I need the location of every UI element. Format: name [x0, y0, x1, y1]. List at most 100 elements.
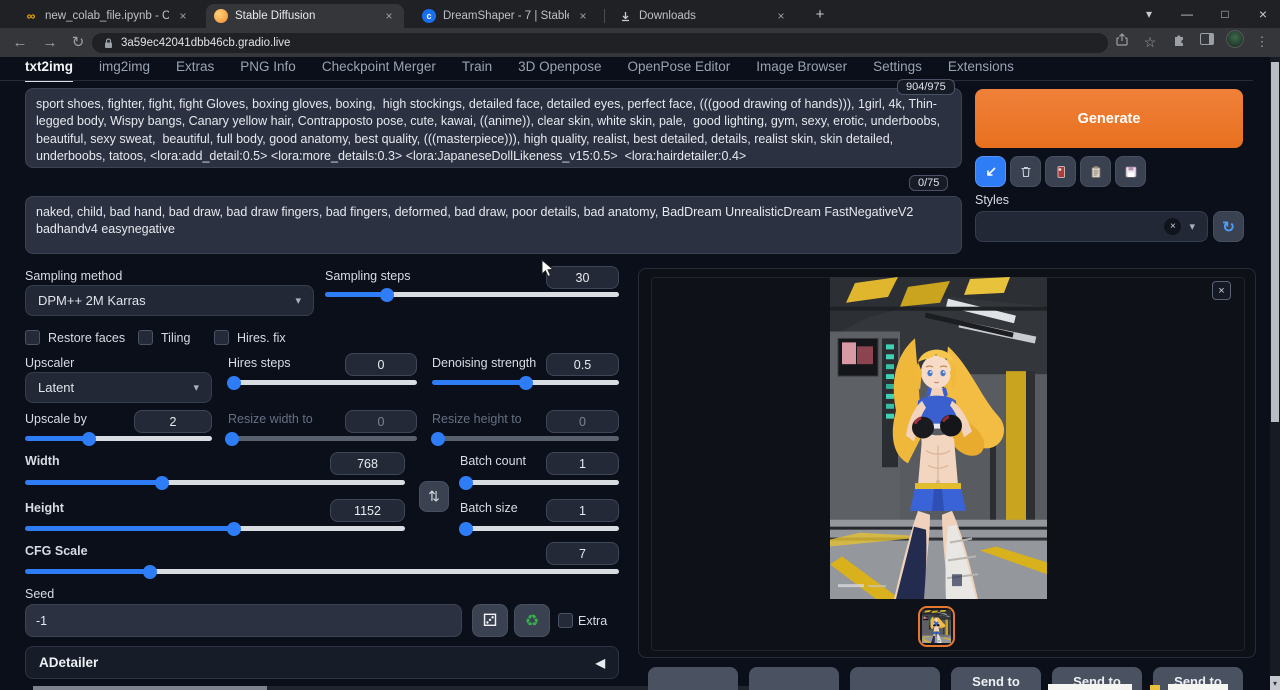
tab-close-icon[interactable]: ×: [176, 9, 190, 23]
back-icon[interactable]: ←: [8, 30, 32, 54]
hires-steps-slider[interactable]: [228, 380, 417, 385]
browser-tab-stable-diffusion[interactable]: Stable Diffusion ×: [206, 4, 404, 28]
styles-dropdown[interactable]: × ▾: [975, 211, 1208, 242]
restore-faces-checkbox[interactable]: [25, 330, 40, 345]
side-panel-icon[interactable]: [1200, 33, 1214, 45]
window-minimize-button[interactable]: —: [1172, 0, 1202, 28]
batch-count-slider[interactable]: [460, 480, 619, 485]
sampling-steps-value[interactable]: [546, 266, 619, 289]
width-value[interactable]: [330, 452, 405, 475]
tab-close-icon[interactable]: ×: [382, 9, 396, 23]
negative-prompt-input[interactable]: naked, child, bad hand, bad draw, bad dr…: [25, 196, 962, 254]
reload-icon[interactable]: ↻: [66, 30, 90, 54]
tiling-checkbox[interactable]: [138, 330, 153, 345]
resize-height-label: Resize height to: [432, 412, 522, 426]
tab-extensions[interactable]: Extensions: [948, 59, 1014, 82]
tab-3d-openpose[interactable]: 3D Openpose: [518, 59, 601, 82]
sampling-steps-slider[interactable]: [325, 292, 619, 297]
resize-height-slider[interactable]: [432, 436, 619, 441]
denoising-strength-label: Denoising strength: [432, 356, 536, 370]
tab-png-info[interactable]: PNG Info: [240, 59, 296, 82]
share-icon[interactable]: [1114, 32, 1130, 48]
cfg-scale-value[interactable]: [546, 542, 619, 565]
height-slider[interactable]: [25, 526, 405, 531]
seed-input[interactable]: [25, 604, 462, 637]
adetailer-accordion[interactable]: ADetailer ◀: [25, 646, 619, 679]
clipboard-icon: [1089, 165, 1103, 179]
batch-count-value[interactable]: [546, 452, 619, 475]
refresh-icon: ↻: [1222, 218, 1235, 236]
gallery-thumbnail[interactable]: [918, 606, 955, 647]
upscale-by-slider[interactable]: [25, 436, 212, 441]
tab-openpose-editor[interactable]: OpenPose Editor: [627, 59, 730, 82]
generated-image[interactable]: [830, 277, 1047, 599]
tab-image-browser[interactable]: Image Browser: [756, 59, 847, 82]
random-seed-button[interactable]: ⚂: [472, 604, 508, 637]
save-style-button[interactable]: [1115, 156, 1146, 187]
clipped-text-fragment: [1150, 685, 1160, 690]
save-button[interactable]: [749, 667, 839, 690]
styles-clear-icon[interactable]: ×: [1164, 218, 1181, 235]
new-tab-button[interactable]: +: [806, 0, 834, 28]
prompt-input[interactable]: sport shoes, fighter, fight, fight Glove…: [25, 88, 962, 168]
resize-width-slider[interactable]: [228, 436, 417, 441]
kebab-menu-icon[interactable]: ⋮: [1250, 30, 1274, 54]
tab-search-chevron-icon[interactable]: ▾: [1134, 0, 1164, 28]
reuse-seed-button[interactable]: ♻: [514, 604, 550, 637]
tab-checkpoint-merger[interactable]: Checkpoint Merger: [322, 59, 436, 82]
browser-tab-colab[interactable]: ∞ new_colab_file.ipynb - Colaborati ×: [16, 4, 198, 28]
tab-img2img[interactable]: img2img: [99, 59, 150, 82]
scrollbar-thumb[interactable]: [1271, 62, 1279, 422]
upscale-by-value[interactable]: [134, 410, 212, 433]
tab-close-icon[interactable]: ×: [774, 9, 788, 23]
close-image-button[interactable]: ×: [1212, 281, 1231, 300]
upscaler-label: Upscaler: [25, 356, 74, 370]
batch-size-slider[interactable]: [460, 526, 619, 531]
extra-networks-button[interactable]: [1045, 156, 1076, 187]
hires-steps-value[interactable]: [345, 353, 417, 376]
app-tab-bar: txt2img img2img Extras PNG Info Checkpoi…: [25, 59, 1014, 82]
cfg-scale-slider[interactable]: [25, 569, 619, 574]
generate-button[interactable]: Generate: [975, 89, 1243, 148]
address-bar[interactable]: 3a59ec42041dbb46cb.gradio.live: [92, 33, 1108, 53]
sampling-method-dropdown[interactable]: DPM++ 2M Karras ▾: [25, 285, 314, 316]
tab-close-icon[interactable]: ×: [576, 9, 590, 23]
sampling-method-label: Sampling method: [25, 269, 122, 283]
clipped-text-fragment: [1168, 684, 1228, 690]
tab-txt2img[interactable]: txt2img: [25, 59, 73, 82]
window-close-button[interactable]: ×: [1248, 0, 1278, 28]
apply-style-button[interactable]: [1080, 156, 1111, 187]
hires-fix-checkbox[interactable]: [214, 330, 229, 345]
open-folder-button[interactable]: [648, 667, 738, 690]
browser-tab-downloads[interactable]: Downloads ×: [610, 4, 796, 28]
denoising-strength-slider[interactable]: [432, 380, 619, 385]
batch-size-value[interactable]: [546, 499, 619, 522]
paste-params-button[interactable]: [975, 156, 1006, 187]
height-value[interactable]: [330, 499, 405, 522]
clear-prompt-button[interactable]: [1010, 156, 1041, 187]
civitai-icon: c: [422, 9, 436, 23]
bookmark-star-icon[interactable]: ☆: [1138, 30, 1162, 54]
extra-seed-checkbox[interactable]: [558, 613, 573, 628]
negative-token-counter: 0/75: [909, 175, 948, 191]
styles-refresh-button[interactable]: ↻: [1213, 211, 1244, 242]
swap-dimensions-button[interactable]: ⇅: [419, 481, 449, 512]
tab-train[interactable]: Train: [462, 59, 492, 82]
upscaler-dropdown[interactable]: Latent ▾: [25, 372, 212, 403]
window-maximize-button[interactable]: □: [1210, 0, 1240, 28]
denoising-strength-value[interactable]: [546, 353, 619, 376]
card-icon: [1054, 165, 1068, 179]
batch-size-label: Batch size: [460, 501, 518, 515]
negative-prompt-field-wrap: naked, child, bad hand, bad draw, bad dr…: [25, 196, 962, 254]
forward-icon[interactable]: →: [38, 30, 62, 54]
extensions-puzzle-icon[interactable]: [1172, 33, 1186, 47]
tab-extras[interactable]: Extras: [176, 59, 214, 82]
browser-tab-dreamshaper[interactable]: c DreamShaper - 7 | Stable Diffusio ×: [414, 4, 598, 28]
resize-width-value[interactable]: [345, 410, 417, 433]
save-zip-button[interactable]: [850, 667, 940, 690]
width-slider[interactable]: [25, 480, 405, 485]
scrollbar-down-arrow[interactable]: ▾: [1270, 676, 1280, 690]
send-to-img2img-button[interactable]: Send to: [951, 667, 1041, 690]
resize-height-value[interactable]: [546, 410, 619, 433]
profile-avatar[interactable]: [1226, 30, 1244, 48]
